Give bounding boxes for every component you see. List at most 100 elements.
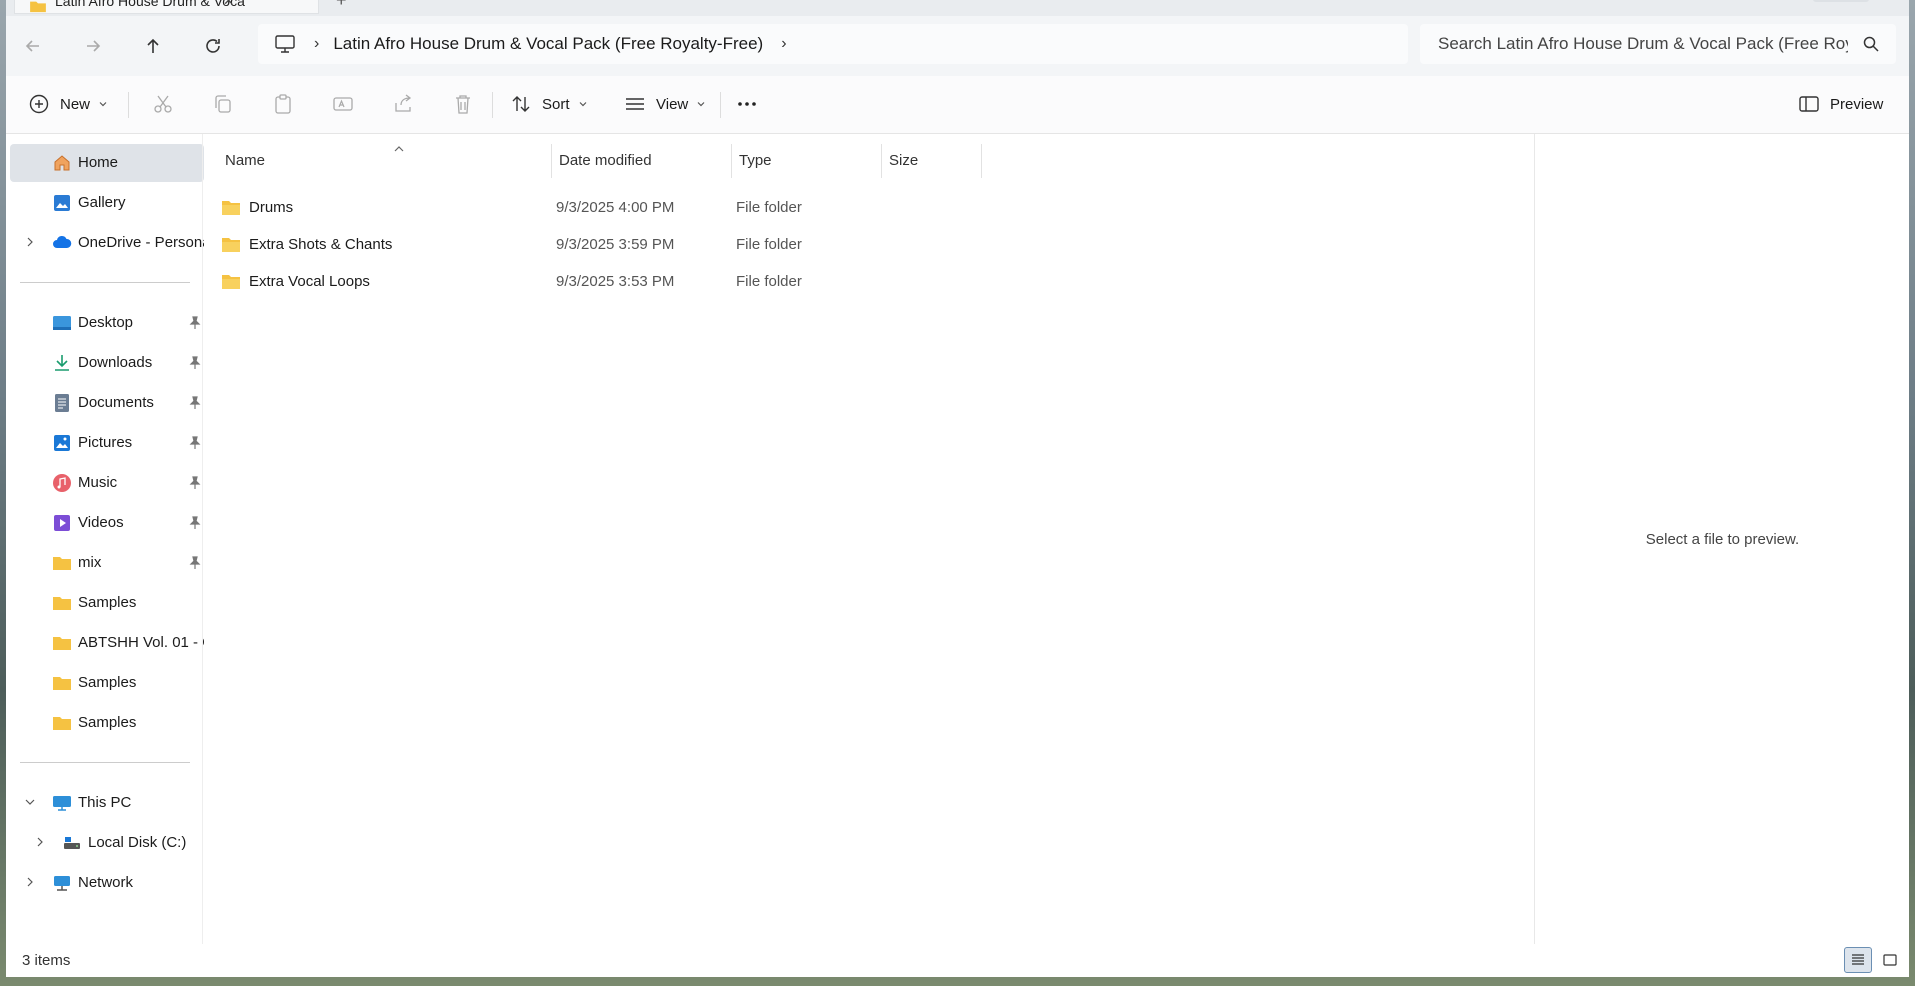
sidebar-item-label: Network xyxy=(78,874,134,891)
toolbar-divider xyxy=(492,92,493,118)
file-type: File folder xyxy=(736,199,802,216)
tab-current-folder[interactable]: Latin Afro House Drum & Voca ✕ xyxy=(14,0,319,14)
folder-icon xyxy=(53,597,71,610)
sidebar-item-this-pc[interactable]: This PC xyxy=(10,784,204,822)
view-label: View xyxy=(656,95,689,113)
arrow-left-icon xyxy=(25,40,39,52)
sidebar-item-samples[interactable]: Samples xyxy=(10,664,204,702)
item-count: 3 items xyxy=(22,952,71,969)
sort-button[interactable]: Sort xyxy=(510,86,588,122)
share-button[interactable] xyxy=(392,86,414,122)
file-date: 9/3/2025 3:59 PM xyxy=(556,236,675,253)
sidebar-item-samples[interactable]: Samples xyxy=(10,704,204,742)
sidebar-item-label: Home xyxy=(78,154,119,171)
sidebar-item-gallery[interactable]: Gallery xyxy=(10,184,204,222)
download-icon xyxy=(55,355,69,371)
file-row[interactable]: Extra Shots & Chants 9/3/2025 3:59 PM Fi… xyxy=(221,227,1001,263)
new-label: New xyxy=(60,95,91,113)
column-header-size[interactable]: Size xyxy=(889,144,979,178)
folder-icon xyxy=(222,201,240,215)
column-divider[interactable] xyxy=(731,144,732,178)
folder-icon xyxy=(53,637,71,650)
sidebar-item-label: Samples xyxy=(78,674,137,691)
sidebar-item-onedrive[interactable]: OneDrive - Personal xyxy=(10,224,204,262)
sidebar-item-mix[interactable]: mix xyxy=(10,544,204,582)
folder-icon xyxy=(53,677,71,690)
sidebar-item-label: Pictures xyxy=(78,434,133,451)
file-name: Drums xyxy=(249,199,294,216)
column-header-name[interactable]: Name xyxy=(207,144,537,178)
more-options-button[interactable] xyxy=(736,86,758,122)
share-icon xyxy=(395,94,412,112)
sidebar-item-local-disk[interactable]: Local Disk (C:) xyxy=(10,824,204,862)
breadcrumb[interactable]: Latin Afro House Drum & Vocal Pack (Free… xyxy=(333,34,763,54)
cut-button[interactable] xyxy=(152,86,174,122)
up-button[interactable] xyxy=(136,30,170,62)
column-divider[interactable] xyxy=(981,144,982,178)
sidebar-item-home[interactable]: Home xyxy=(10,144,204,182)
sidebar-item-documents[interactable]: Documents xyxy=(10,384,204,422)
folder-icon xyxy=(53,717,71,730)
arrow-up-icon xyxy=(147,38,159,53)
sidebar-item-downloads[interactable]: Downloads xyxy=(10,344,204,382)
column-label: Date modified xyxy=(559,152,652,169)
file-row[interactable]: Extra Vocal Loops 9/3/2025 3:53 PM File … xyxy=(221,264,1001,300)
sidebar-item-network[interactable]: Network xyxy=(10,864,204,902)
sidebar-item-music[interactable]: Music xyxy=(10,464,204,502)
sidebar-item-desktop[interactable]: Desktop xyxy=(10,304,204,342)
column-header-date[interactable]: Date modified xyxy=(559,144,729,178)
sidebar-divider xyxy=(20,762,190,763)
sidebar-item-videos[interactable]: Videos xyxy=(10,504,204,542)
rename-icon xyxy=(333,97,353,111)
column-header-type[interactable]: Type xyxy=(739,144,879,178)
tiles-view-icon xyxy=(1883,954,1897,966)
column-label: Name xyxy=(225,152,266,169)
window-control[interactable] xyxy=(1813,0,1869,2)
file-date: 9/3/2025 4:00 PM xyxy=(556,199,675,216)
address-bar[interactable]: › Latin Afro House Drum & Vocal Pack (Fr… xyxy=(258,24,1408,64)
chevron-down-icon[interactable] xyxy=(24,796,36,808)
chevron-right-icon[interactable] xyxy=(24,876,36,888)
file-row[interactable]: Drums 9/3/2025 4:00 PM File folder xyxy=(221,190,1001,226)
rename-button[interactable] xyxy=(332,86,354,122)
close-icon[interactable]: ✕ xyxy=(223,0,234,13)
chevron-right-icon[interactable] xyxy=(34,836,46,848)
toolbar-divider xyxy=(128,92,129,118)
search-box[interactable] xyxy=(1420,24,1896,64)
sidebar-item-samples[interactable]: Samples xyxy=(10,584,204,622)
new-tab-button[interactable]: + xyxy=(336,0,347,14)
preview-message: Select a file to preview. xyxy=(1645,531,1800,548)
cloud-icon xyxy=(53,235,72,248)
chevron-right-icon[interactable] xyxy=(24,236,36,248)
sidebar-item-pictures[interactable]: Pictures xyxy=(10,424,204,462)
home-icon xyxy=(54,155,70,171)
chevron-right-icon[interactable]: › xyxy=(314,35,319,53)
new-button[interactable]: New xyxy=(28,86,108,122)
forward-button[interactable] xyxy=(76,30,110,62)
preview-pane-icon xyxy=(1799,96,1819,112)
refresh-button[interactable] xyxy=(196,30,230,62)
file-explorer-window: Latin Afro House Drum & Voca ✕ + › Latin… xyxy=(6,0,1909,977)
view-button[interactable]: View xyxy=(624,86,706,122)
computer-icon xyxy=(53,796,71,811)
column-divider[interactable] xyxy=(551,144,552,178)
large-icons-view-button[interactable] xyxy=(1876,947,1904,973)
sidebar-item-abtshh[interactable]: ABTSHH Vol. 01 - G xyxy=(10,624,204,662)
paste-button[interactable] xyxy=(272,86,294,122)
plus-circle-icon xyxy=(29,94,49,114)
pin-icon xyxy=(189,516,201,529)
details-view-button[interactable] xyxy=(1844,947,1872,973)
delete-button[interactable] xyxy=(452,86,474,122)
videos-icon xyxy=(54,515,70,531)
search-input[interactable] xyxy=(1436,33,1850,55)
sidebar-item-label: This PC xyxy=(78,794,132,811)
file-type: File folder xyxy=(736,236,802,253)
chevron-right-icon[interactable]: › xyxy=(781,35,786,53)
sidebar-item-label: Samples xyxy=(78,714,137,731)
column-divider[interactable] xyxy=(881,144,882,178)
view-list-icon xyxy=(626,98,644,110)
back-button[interactable] xyxy=(16,30,50,62)
ellipsis-icon xyxy=(738,102,756,106)
copy-button[interactable] xyxy=(212,86,234,122)
preview-pane-button[interactable]: Preview xyxy=(1798,86,1883,122)
